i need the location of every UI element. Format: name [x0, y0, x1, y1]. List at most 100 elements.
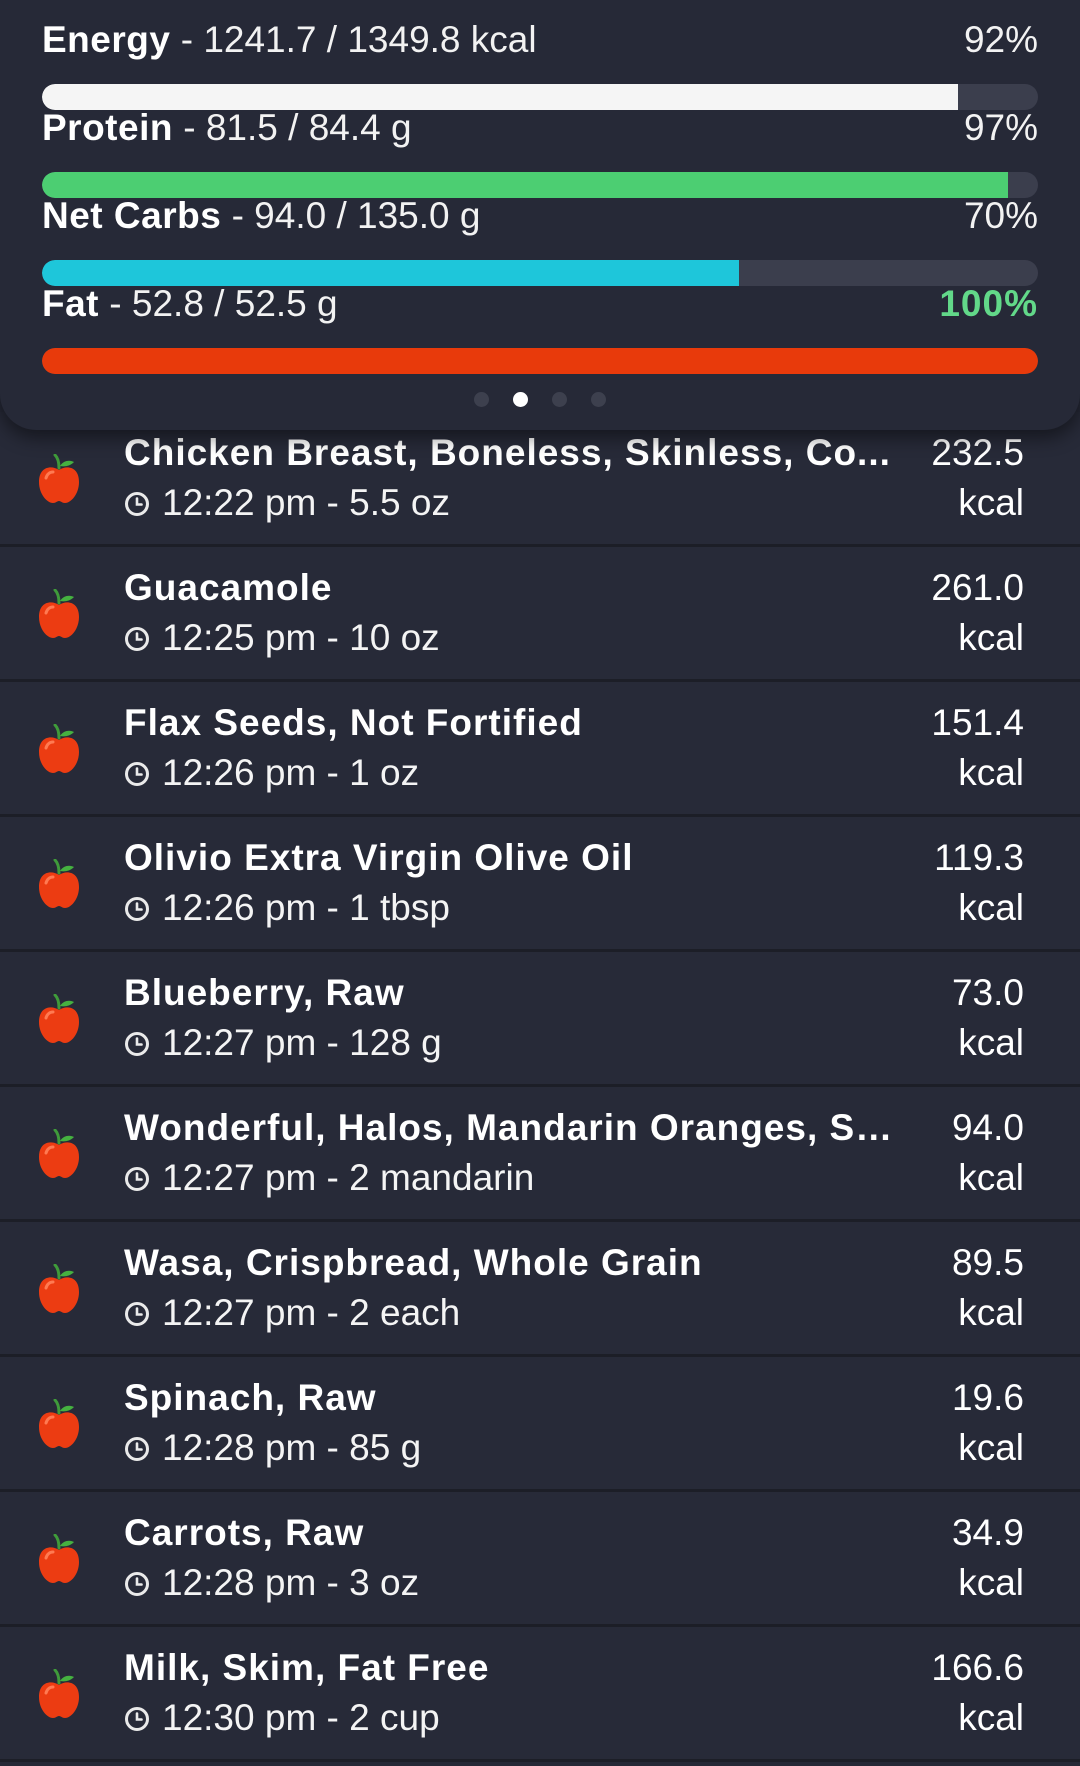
food-time-amount: 12:26 pm - 1 oz	[124, 750, 419, 796]
food-time: 12:27 pm	[162, 1022, 317, 1063]
food-entry-row[interactable]: Chicken Breast, Boneless, Skinless, Co..…	[0, 412, 1080, 547]
food-name: Carrots, Raw	[124, 1512, 365, 1553]
food-name: Flax Seeds, Not Fortified	[124, 702, 583, 743]
food-meta-separator: -	[316, 1022, 350, 1063]
food-meta-separator: -	[316, 1562, 350, 1603]
food-kcal-unit: kcal	[958, 752, 1024, 793]
food-time: 12:26 pm	[162, 752, 317, 793]
food-time: 12:27 pm	[162, 1292, 317, 1333]
food-meta-separator: -	[316, 482, 350, 523]
food-entry-row[interactable]: Milk, Skim, Fat Free 12:30 pm - 2 cup 166.…	[0, 1627, 1080, 1762]
food-time: 12:28 pm	[162, 1427, 317, 1468]
clock-icon	[124, 1697, 150, 1731]
apple-icon	[36, 1263, 82, 1314]
food-kcal-unit: kcal	[958, 1427, 1024, 1468]
food-kcal-unit: kcal	[958, 617, 1024, 658]
food-time-amount: 12:30 pm - 2 cup	[124, 1695, 440, 1741]
food-kcal-value: 89.5	[951, 1242, 1024, 1283]
food-time-amount: 12:27 pm - 2 each	[124, 1290, 460, 1336]
macro-percent: 100%	[939, 283, 1038, 324]
food-kcal-unit: kcal	[958, 482, 1024, 523]
food-meta-separator: -	[316, 1697, 350, 1738]
macro-values: 52.8 / 52.5 g	[131, 283, 338, 324]
food-time-amount: 12:28 pm - 3 oz	[124, 1560, 419, 1606]
clock-icon	[124, 1562, 150, 1596]
food-name: Olivio Extra Virgin Olive Oil	[124, 837, 634, 878]
page-dot[interactable]	[513, 392, 528, 407]
food-time: 12:30 pm	[162, 1697, 317, 1738]
food-kcal-unit: kcal	[958, 1022, 1024, 1063]
apple-icon	[36, 858, 82, 909]
nutrition-summary-card[interactable]: Energy - 1241.7 / 1349.8 kcal 92% Protei…	[0, 0, 1080, 430]
food-amount: 1 oz	[349, 752, 420, 793]
food-kcal-value: 19.6	[951, 1377, 1024, 1418]
food-meta-separator: -	[316, 617, 350, 658]
food-time: 12:25 pm	[162, 617, 317, 658]
food-meta-separator: -	[316, 887, 350, 928]
apple-icon	[36, 723, 82, 774]
food-kcal-value: 232.5	[931, 432, 1024, 473]
macro-values: 81.5 / 84.4 g	[205, 107, 412, 148]
food-entry-row[interactable]: Flax Seeds, Not Fortified 12:26 pm - 1 oz…	[0, 682, 1080, 817]
macro-protein: Protein - 81.5 / 84.4 g 97%	[42, 102, 1038, 198]
apple-icon	[36, 453, 82, 504]
apple-icon	[36, 1398, 82, 1449]
food-entry-row[interactable]: Carrots, Raw 12:28 pm - 3 oz 34.9 kcal	[0, 1492, 1080, 1627]
food-time: 12:22 pm	[162, 482, 317, 523]
macro-values: 1241.7 / 1349.8 kcal	[203, 19, 537, 60]
apple-icon	[36, 1128, 82, 1179]
food-time: 12:26 pm	[162, 887, 317, 928]
food-time-amount: 12:28 pm - 85 g	[124, 1425, 421, 1471]
food-entry-row[interactable]: Guacamole 12:25 pm - 10 oz 261.0 kcal	[0, 547, 1080, 682]
macro-name: Fat	[42, 283, 99, 324]
page-dot[interactable]	[591, 392, 606, 407]
clock-icon	[124, 1022, 150, 1056]
food-time: 12:27 pm	[162, 1157, 317, 1198]
food-entry-row[interactable]: Wasa, Crispbread, Whole Grain 12:27 pm - …	[0, 1222, 1080, 1357]
food-name: Blueberry, Raw	[124, 972, 405, 1013]
apple-icon	[36, 588, 82, 639]
food-name: Wasa, Crispbread, Whole Grain	[124, 1242, 703, 1283]
food-log-list: Chicken Breast, Boneless, Skinless, Co..…	[0, 412, 1080, 1762]
macro-separator: -	[231, 195, 244, 236]
food-amount: 85 g	[349, 1427, 422, 1468]
macro-fat: Fat - 52.8 / 52.5 g 100%	[42, 278, 1038, 374]
food-name: Chicken Breast, Boneless, Skinless, Co..…	[124, 432, 891, 473]
page-dot[interactable]	[474, 392, 489, 407]
food-entry-row[interactable]: Olivio Extra Virgin Olive Oil 12:26 pm - …	[0, 817, 1080, 952]
macro-separator: -	[183, 107, 196, 148]
food-name: Spinach, Raw	[124, 1377, 377, 1418]
food-amount: 5.5 oz	[349, 482, 450, 523]
food-kcal-unit: kcal	[958, 1697, 1024, 1738]
clock-icon	[124, 752, 150, 786]
food-kcal-value: 119.3	[934, 837, 1024, 878]
food-meta-separator: -	[316, 1292, 350, 1333]
food-entry-row[interactable]: Blueberry, Raw 12:27 pm - 128 g 73.0 kcal	[0, 952, 1080, 1087]
food-entry-row[interactable]: Wonderful, Halos, Mandarin Oranges, Se..…	[0, 1087, 1080, 1222]
food-amount: 1 tbsp	[349, 887, 450, 928]
page-indicator[interactable]	[0, 392, 1080, 408]
fat-progress-fill	[42, 348, 1038, 374]
food-time-amount: 12:25 pm - 10 oz	[124, 615, 440, 661]
macro-separator: -	[109, 283, 122, 324]
apple-icon	[36, 1668, 82, 1719]
food-kcal-unit: kcal	[958, 1562, 1024, 1603]
food-name: Guacamole	[124, 567, 333, 608]
macro-percent: 92%	[963, 19, 1038, 60]
food-amount: 128 g	[349, 1022, 442, 1063]
macro-name: Protein	[42, 107, 173, 148]
food-kcal-value: 34.9	[951, 1512, 1024, 1553]
food-entry-row[interactable]: Spinach, Raw 12:28 pm - 85 g 19.6 kcal	[0, 1357, 1080, 1492]
food-meta-separator: -	[316, 1427, 350, 1468]
food-kcal-value: 151.4	[931, 702, 1024, 743]
food-amount: 10 oz	[349, 617, 440, 658]
food-amount: 2 cup	[349, 1697, 440, 1738]
food-time: 12:28 pm	[162, 1562, 317, 1603]
food-kcal-value: 73.0	[951, 972, 1024, 1013]
page-dot[interactable]	[552, 392, 567, 407]
clock-icon	[124, 1427, 150, 1461]
macro-name: Energy	[42, 19, 171, 60]
food-name: Milk, Skim, Fat Free	[124, 1647, 490, 1688]
food-meta-separator: -	[316, 752, 350, 793]
food-time-amount: 12:27 pm - 128 g	[124, 1020, 442, 1066]
